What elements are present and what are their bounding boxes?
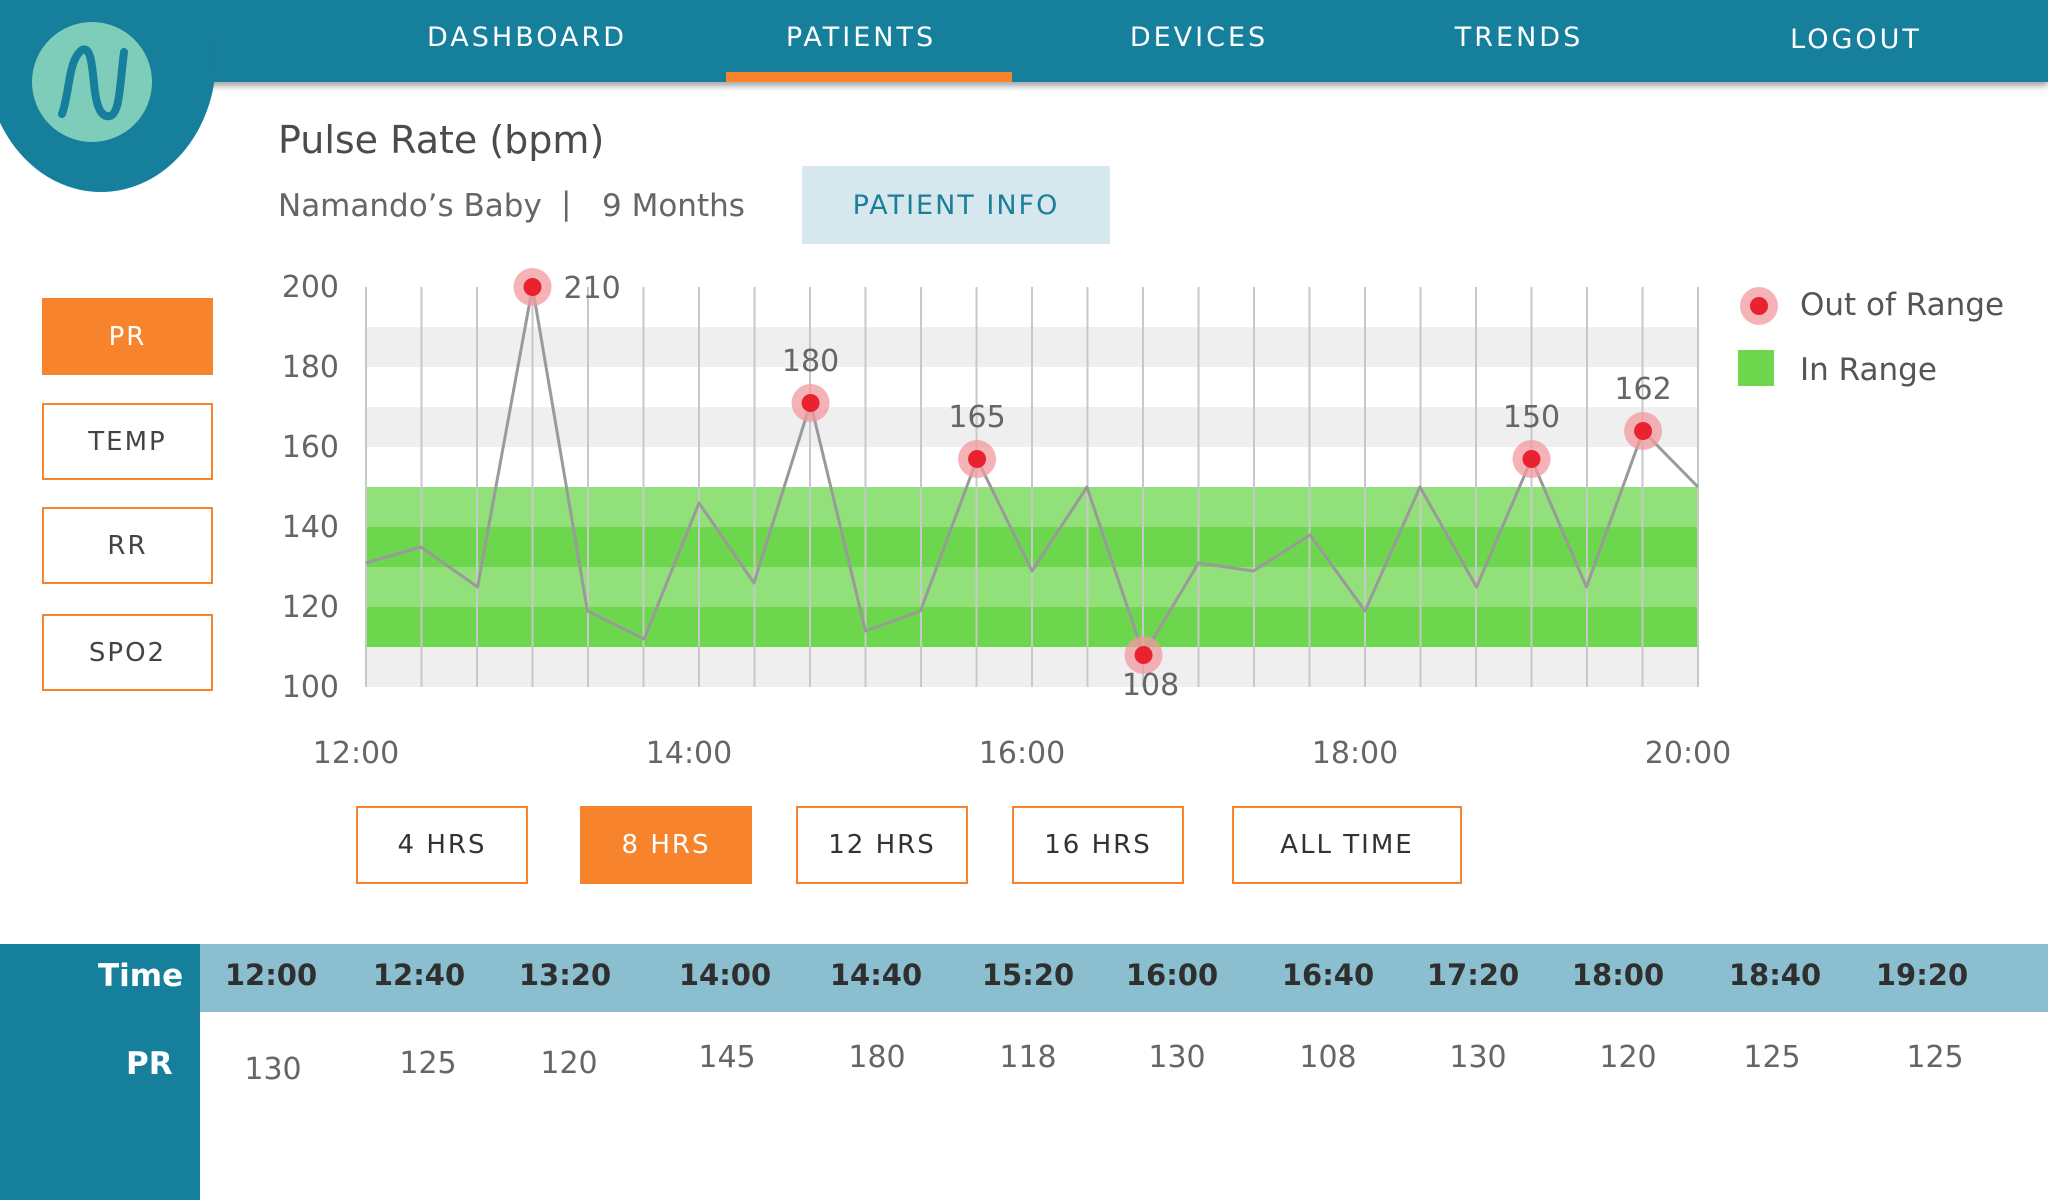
table-cell-pr: 125 [1743, 1040, 1801, 1075]
out-of-range-point [1134, 646, 1153, 664]
table-cell-pr: 130 [244, 1052, 302, 1087]
out-of-range-value-label: 180 [782, 344, 839, 379]
out-of-range-value-label: 165 [948, 400, 1005, 435]
table-header-cell: 14:40 [829, 958, 923, 992]
nav-devices[interactable]: DEVICES [1130, 22, 1268, 53]
legend-out-of-range-dot [1750, 297, 1768, 315]
logo-icon [32, 22, 152, 142]
range-button-8-hrs[interactable]: 8 HRS [580, 806, 752, 884]
table-header-cell: 16:00 [1125, 958, 1219, 992]
out-of-range-value-label: 162 [1614, 372, 1671, 407]
chart-y-tick-label: 100 [282, 670, 339, 705]
table-header-cell: 15:20 [981, 958, 1075, 992]
chart-x-tick-label: 14:00 [646, 736, 732, 771]
out-of-range-point [801, 394, 820, 412]
range-button-12-hrs[interactable]: 12 HRS [796, 806, 968, 884]
table-row-label-time: Time [98, 958, 184, 994]
chart-x-tick-label: 18:00 [1312, 736, 1398, 771]
table-header-cell: 16:40 [1281, 958, 1375, 992]
range-button-4-hrs[interactable]: 4 HRS [356, 806, 528, 884]
table-cell-pr: 125 [1906, 1040, 1964, 1075]
chart-y-tick-labels: 100 120 140 160 180 200 [282, 270, 339, 705]
table-cell-pr: 118 [999, 1040, 1057, 1075]
table-header-cell: 14:00 [678, 958, 772, 992]
table-header-cell: 18:00 [1571, 958, 1665, 992]
chart-x-tick-labels: 12:00 14:00 16:00 18:00 20:00 [313, 736, 1731, 771]
chart-y-tick-label: 200 [282, 270, 339, 305]
table-cell-pr: 125 [399, 1046, 457, 1081]
out-of-range-value-label: 150 [1503, 400, 1560, 435]
nav-trends[interactable]: TRENDS [1455, 22, 1583, 53]
chart-y-tick-label: 140 [282, 510, 339, 545]
legend-in-range-marker [1738, 350, 1774, 386]
legend-out-of-range-label: Out of Range [1800, 287, 2004, 323]
range-button-all-time[interactable]: ALL TIME [1232, 806, 1462, 884]
table-header-cell: 19:20 [1875, 958, 1969, 992]
out-of-range-point [1634, 422, 1653, 440]
table-header-cell: 17:20 [1426, 958, 1520, 992]
chart-x-tick-label: 12:00 [313, 736, 399, 771]
top-nav-bar: DASHBOARD PATIENTS DEVICES TRENDS LOGOUT [0, 0, 2048, 82]
out-of-range-point [968, 450, 987, 468]
table-cell-pr: 130 [1449, 1040, 1507, 1075]
chart-x-tick-label: 20:00 [1645, 736, 1731, 771]
table-header-cell: 12:00 [224, 958, 318, 992]
table-cell-pr: 120 [1599, 1040, 1657, 1075]
nav-patients[interactable]: PATIENTS [786, 22, 936, 53]
out-of-range-value-label: 108 [1122, 668, 1179, 703]
table-row-label-pr: PR [126, 1046, 173, 1082]
legend-in-range-label: In Range [1800, 352, 1937, 388]
chart-y-tick-label: 180 [282, 350, 339, 385]
nav-active-indicator [726, 72, 1012, 82]
out-of-range-point [1522, 450, 1541, 468]
table-header-cell: 13:20 [518, 958, 612, 992]
table-cell-pr: 145 [698, 1040, 756, 1075]
table-header-cell: 12:40 [372, 958, 466, 992]
range-button-16-hrs[interactable]: 16 HRS [1012, 806, 1184, 884]
table-cell-pr: 180 [848, 1040, 906, 1075]
nav-dashboard[interactable]: DASHBOARD [427, 22, 627, 53]
table-cell-pr: 120 [540, 1046, 598, 1081]
table-cell-pr: 130 [1148, 1040, 1206, 1075]
chart-y-tick-label: 160 [282, 430, 339, 465]
chart-y-tick-label: 120 [282, 590, 339, 625]
out-of-range-value-label: 210 [564, 271, 621, 306]
nav-logout[interactable]: LOGOUT [1790, 24, 1922, 55]
out-of-range-point [523, 278, 542, 296]
pulse-rate-chart: 100 120 140 160 180 200 12:00 14:00 16:00 18:00 2… [282, 268, 2004, 771]
legend: Out of Range In Range [1738, 287, 2004, 388]
table-header-cell: 18:40 [1728, 958, 1822, 992]
chart-x-tick-label: 16:00 [979, 736, 1065, 771]
table-cell-pr: 108 [1299, 1040, 1357, 1075]
